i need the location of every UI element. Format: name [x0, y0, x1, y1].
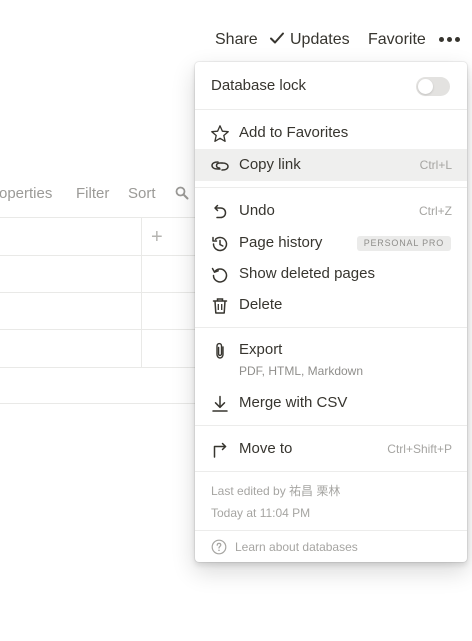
export-item[interactable]: Export PDF, HTML, Markdown: [195, 334, 467, 382]
copy-link-item[interactable]: Copy link Ctrl+L: [195, 149, 467, 181]
undo-label: Undo: [239, 202, 275, 219]
page-history-item[interactable]: Page history PERSONAL PRO: [195, 227, 467, 259]
copy-link-shortcut: Ctrl+L: [419, 158, 452, 172]
star-icon: [210, 124, 230, 144]
show-deleted-pages-label: Show deleted pages: [239, 265, 375, 282]
export-label: Export: [239, 341, 283, 358]
restore-icon: [210, 265, 230, 285]
download-icon: [210, 394, 230, 414]
link-icon: [210, 156, 230, 176]
table-divider: [0, 367, 200, 368]
undo-icon: [210, 202, 230, 222]
menu-separator: [195, 327, 467, 328]
move-arrow-icon: [210, 440, 230, 460]
check-icon: [268, 29, 286, 47]
database-lock-label: Database lock: [211, 77, 307, 94]
merge-with-csv-label: Merge with CSV: [239, 394, 348, 411]
sort-button[interactable]: Sort: [128, 183, 156, 205]
menu-separator: [195, 109, 467, 110]
show-deleted-pages-item[interactable]: Show deleted pages: [195, 258, 467, 290]
last-edited-by: Last edited by 祐昌 栗林: [211, 484, 341, 498]
delete-label: Delete: [239, 296, 283, 313]
table-toolbar: roperties Filter Sort: [0, 183, 200, 205]
table-column-divider: [141, 218, 142, 367]
table-divider: [0, 255, 200, 256]
share-button[interactable]: Share: [215, 28, 258, 52]
table-divider: [0, 403, 200, 404]
menu-separator: [195, 530, 467, 531]
search-icon[interactable]: [175, 186, 189, 200]
page-history-label: Page history: [239, 234, 323, 251]
updates-button[interactable]: Updates: [268, 28, 350, 52]
trash-icon: [210, 296, 230, 316]
personal-pro-badge: PERSONAL PRO: [356, 236, 451, 251]
page-options-menu: Database lock Add to Favorites Copy link…: [195, 62, 467, 562]
menu-separator: [195, 425, 467, 426]
updates-label: Updates: [290, 31, 350, 48]
table-divider: [0, 217, 200, 218]
table-divider: [0, 329, 200, 330]
undo-item[interactable]: Undo Ctrl+Z: [195, 195, 467, 227]
add-to-favorites-label: Add to Favorites: [239, 124, 349, 141]
menu-separator: [195, 187, 467, 188]
topbar: Share Updates Favorite: [0, 28, 472, 52]
move-to-shortcut: Ctrl+Shift+P: [387, 442, 452, 456]
last-edited-time: Today at 11:04 PM: [211, 506, 311, 520]
menu-separator: [195, 471, 467, 472]
copy-link-label: Copy link: [239, 156, 301, 173]
move-to-item[interactable]: Move to Ctrl+Shift+P: [195, 433, 467, 465]
table-divider: [0, 292, 200, 293]
export-formats: PDF, HTML, Markdown: [239, 364, 364, 378]
merge-with-csv-item[interactable]: Merge with CSV: [195, 387, 467, 419]
paperclip-icon: [210, 341, 230, 361]
history-icon: [210, 234, 230, 254]
favorite-button[interactable]: Favorite: [368, 28, 426, 52]
properties-button[interactable]: roperties: [0, 183, 52, 205]
undo-shortcut: Ctrl+Z: [419, 204, 452, 218]
more-options-icon[interactable]: [437, 28, 463, 52]
learn-about-databases-label: Learn about databases: [235, 540, 358, 554]
add-to-favorites-item[interactable]: Add to Favorites: [195, 117, 467, 149]
add-column-button[interactable]: +: [151, 226, 163, 248]
move-to-label: Move to: [239, 440, 293, 457]
database-lock-toggle[interactable]: [416, 77, 450, 96]
filter-button[interactable]: Filter: [76, 183, 109, 205]
learn-about-databases-link[interactable]: Learn about databases: [211, 538, 411, 556]
help-icon: [211, 539, 227, 555]
delete-item[interactable]: Delete: [195, 289, 467, 321]
